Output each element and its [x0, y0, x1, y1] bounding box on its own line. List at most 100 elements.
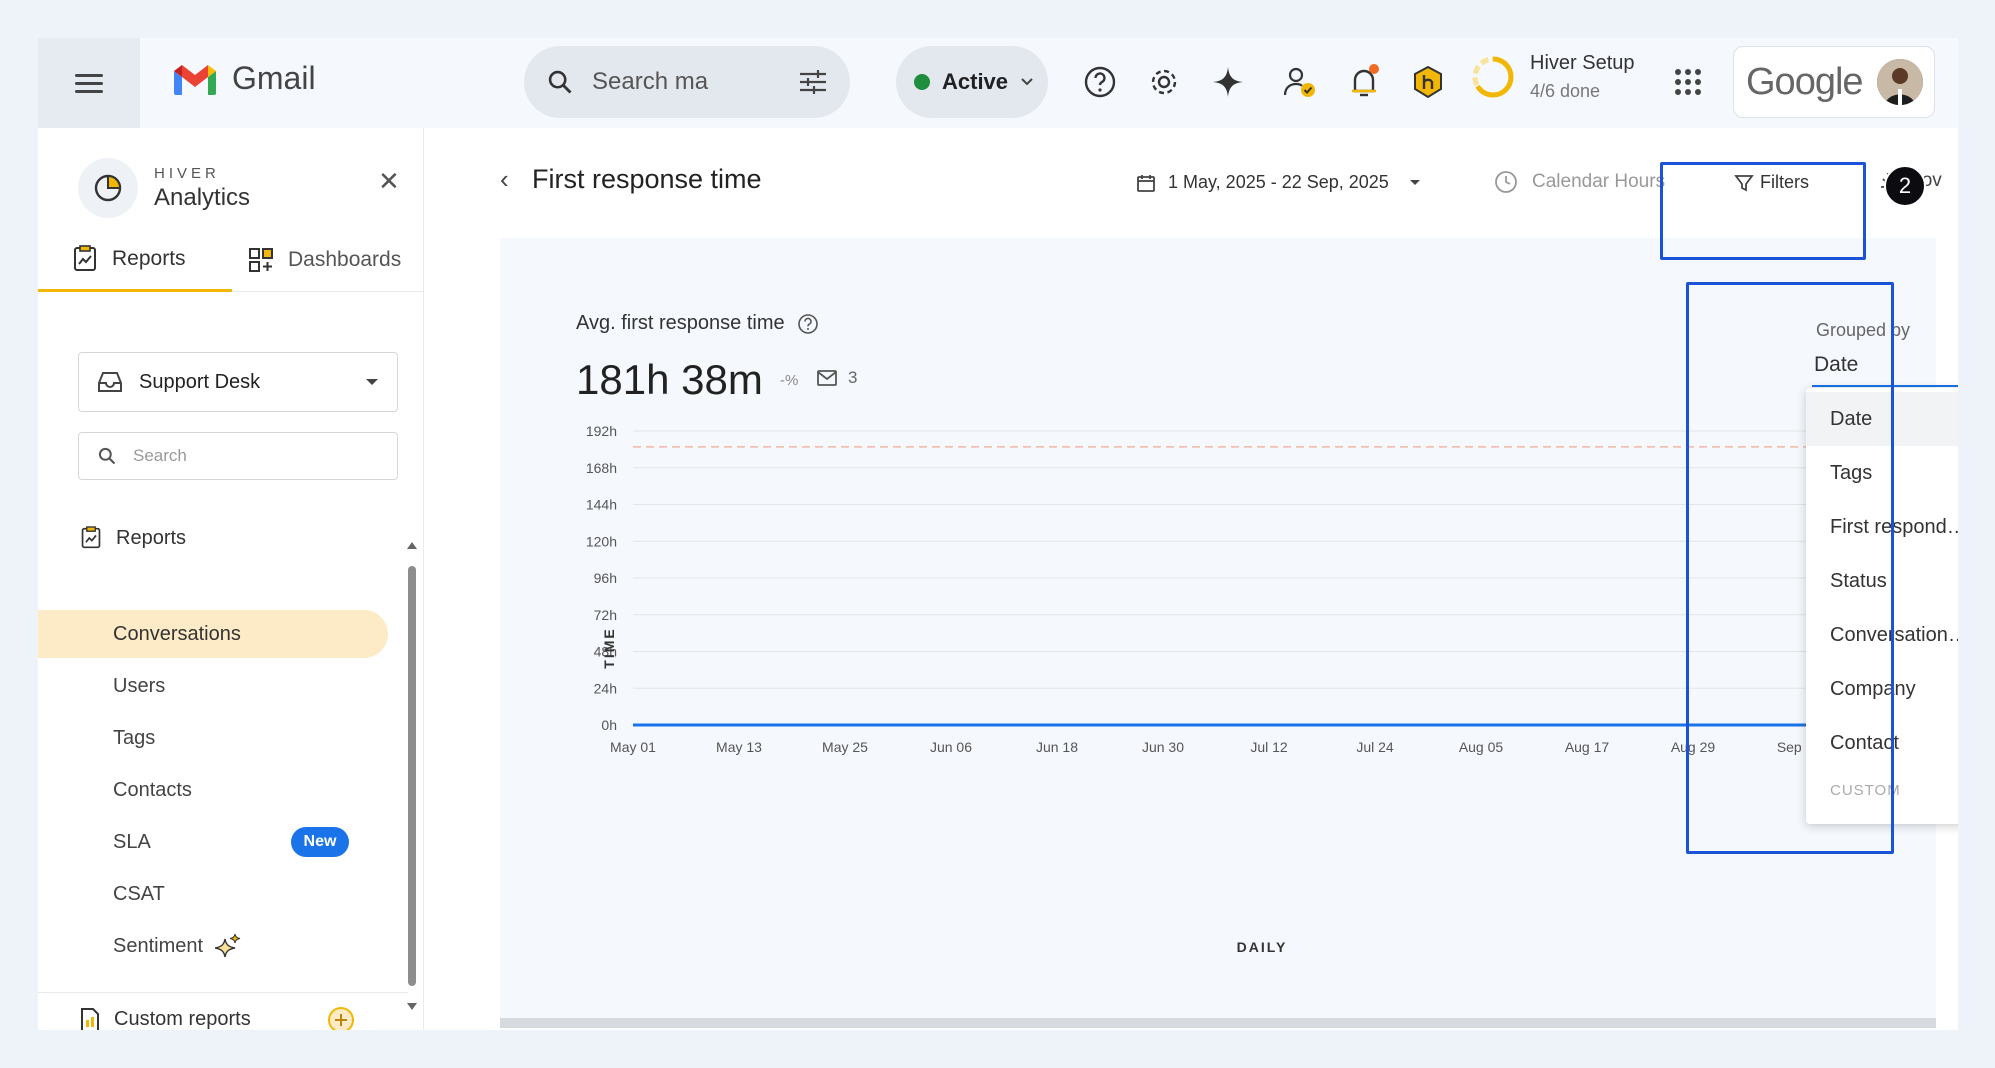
custom-reports[interactable]: Custom reports: [38, 992, 408, 1030]
x-tick-label: Jun 18: [1036, 739, 1078, 755]
tab-dashboards[interactable]: Dashboards: [232, 228, 401, 292]
bell-icon[interactable]: [1344, 62, 1384, 102]
y-tick-label: 72h: [594, 607, 617, 623]
y-axis-label: TIME: [601, 627, 617, 668]
sidebar-tabs: Reports Dashboards: [38, 228, 424, 292]
status-label: Active: [942, 69, 1009, 94]
date-range-picker[interactable]: 1 May, 2025 - 22 Sep, 2025: [1136, 172, 1421, 193]
gmail-window: Gmail Search ma Active Hiver Setup 4/6 d…: [38, 38, 1958, 1030]
reports-icon: [74, 244, 96, 271]
app-name: Gmail: [232, 60, 316, 96]
search-bar[interactable]: Search ma: [524, 46, 850, 118]
sidebar-item-label: Conversations: [113, 622, 241, 645]
avatar[interactable]: [1876, 59, 1923, 105]
sidebar: HIVER Analytics ✕ Reports Dashboards Sup…: [38, 128, 424, 1030]
analytics-logo-icon: [78, 158, 138, 218]
sidebar-item-label: Contacts: [113, 778, 192, 801]
setup-title: Hiver Setup: [1530, 52, 1635, 74]
x-tick-label: May 01: [610, 739, 656, 755]
calendar-icon: [1137, 174, 1155, 192]
close-icon[interactable]: ✕: [378, 166, 400, 197]
inbox-dropdown[interactable]: Support Desk: [78, 352, 398, 412]
inbox-label: Support Desk: [139, 370, 261, 393]
y-tick-label: 96h: [594, 570, 617, 586]
status-dot-icon: [914, 74, 930, 90]
gmail-logo-icon: [174, 64, 216, 95]
status-dropdown[interactable]: Active: [896, 46, 1048, 118]
sidebar-item-users[interactable]: Users: [38, 662, 388, 710]
reports-section-header[interactable]: Reports: [80, 526, 186, 550]
dashboards-icon: [249, 248, 273, 272]
x-tick-label: Jul 12: [1250, 739, 1288, 755]
google-label: Google: [1746, 60, 1864, 103]
sidebar-item-csat[interactable]: CSAT: [38, 870, 388, 918]
gmail-logo[interactable]: Gmail: [172, 60, 316, 97]
clock-icon: [1495, 171, 1517, 193]
add-icon[interactable]: [326, 1005, 356, 1031]
sidebar-item-label: Sentiment: [113, 934, 204, 957]
sidebar-item-label: Tags: [113, 726, 156, 749]
y-tick-label: 24h: [594, 680, 617, 696]
sidebar-item-sentiment[interactable]: Sentiment: [38, 922, 388, 970]
search-input[interactable]: Search ma: [592, 68, 798, 96]
annotation-box-filters: [1660, 162, 1866, 260]
page-title: First response time: [532, 164, 762, 194]
sidebar-scrollbar-thumb[interactable]: [408, 566, 416, 986]
sidebar-item-tags[interactable]: Tags: [38, 714, 388, 762]
tab-reports[interactable]: Reports: [38, 228, 232, 292]
caret-down-icon: [366, 379, 378, 385]
annotation-box-grouped-by: [1686, 282, 1894, 854]
search-icon: [98, 447, 116, 465]
sidebar-item-sla[interactable]: SLA New: [38, 818, 388, 866]
x-axis-label: DAILY: [1237, 939, 1288, 955]
y-tick-label: 120h: [586, 533, 617, 549]
search-icon: [548, 70, 572, 94]
hiver-shield-icon[interactable]: [1408, 62, 1448, 102]
help-icon[interactable]: [1080, 62, 1120, 102]
custom-report-icon: [81, 1007, 99, 1030]
caret-down-icon: [1409, 179, 1420, 185]
brand-name: Analytics: [154, 183, 251, 211]
brand-top: HIVER: [154, 164, 220, 182]
x-tick-label: May 25: [822, 739, 868, 755]
sidebar-search[interactable]: Search: [78, 432, 398, 480]
horizontal-scrollbar[interactable]: [500, 1018, 1936, 1028]
sparkles-icon: [215, 933, 241, 958]
x-tick-label: Jun 06: [930, 739, 972, 755]
sidebar-item-label: CSAT: [113, 882, 165, 905]
x-tick-label: Jun 30: [1142, 739, 1184, 755]
sidebar-item-label: Users: [113, 674, 166, 697]
tune-icon[interactable]: [798, 68, 828, 96]
annotation-badge-2: 2: [1884, 165, 1926, 207]
custom-reports-label: Custom reports: [114, 1008, 251, 1030]
google-account[interactable]: Google: [1733, 46, 1935, 118]
y-tick-label: 168h: [586, 460, 617, 476]
x-tick-label: Aug 05: [1459, 739, 1504, 755]
calendar-hours-toggle[interactable]: Calendar Hours: [1494, 170, 1665, 194]
sparkle-icon[interactable]: [1208, 62, 1248, 102]
y-tick-label: 0h: [601, 717, 617, 733]
setup-progress-text: 4/6 done: [1530, 81, 1601, 101]
setup-progress[interactable]: Hiver Setup 4/6 done: [1470, 52, 1635, 102]
sidebar-search-input[interactable]: Search: [133, 446, 187, 466]
sidebar-item-conversations[interactable]: Conversations: [38, 610, 388, 658]
tab-reports-label: Reports: [112, 246, 186, 270]
x-tick-label: Jul 24: [1356, 739, 1394, 755]
x-tick-label: Aug 17: [1565, 739, 1610, 755]
gear-icon[interactable]: [1144, 62, 1184, 102]
menu-icon[interactable]: [38, 38, 140, 128]
progress-ring-icon: [1472, 56, 1514, 98]
reports-icon: [81, 526, 101, 549]
back-chevron-icon[interactable]: ‹: [500, 164, 509, 195]
new-badge: New: [291, 827, 349, 857]
sidebar-item-contacts[interactable]: Contacts: [38, 766, 388, 814]
apps-grid-icon[interactable]: [1668, 62, 1708, 102]
y-tick-label: 192h: [586, 423, 617, 439]
y-tick-label: 144h: [586, 497, 617, 513]
chevron-down-icon: [1021, 78, 1033, 86]
top-bar: Gmail Search ma Active Hiver Setup 4/6 d…: [38, 38, 1958, 128]
user-check-icon[interactable]: [1280, 62, 1320, 102]
hiver-analytics-brand: HIVER Analytics: [78, 158, 250, 218]
reports-section-label: Reports: [116, 526, 187, 549]
sidebar-scrollbar[interactable]: [406, 542, 418, 1010]
